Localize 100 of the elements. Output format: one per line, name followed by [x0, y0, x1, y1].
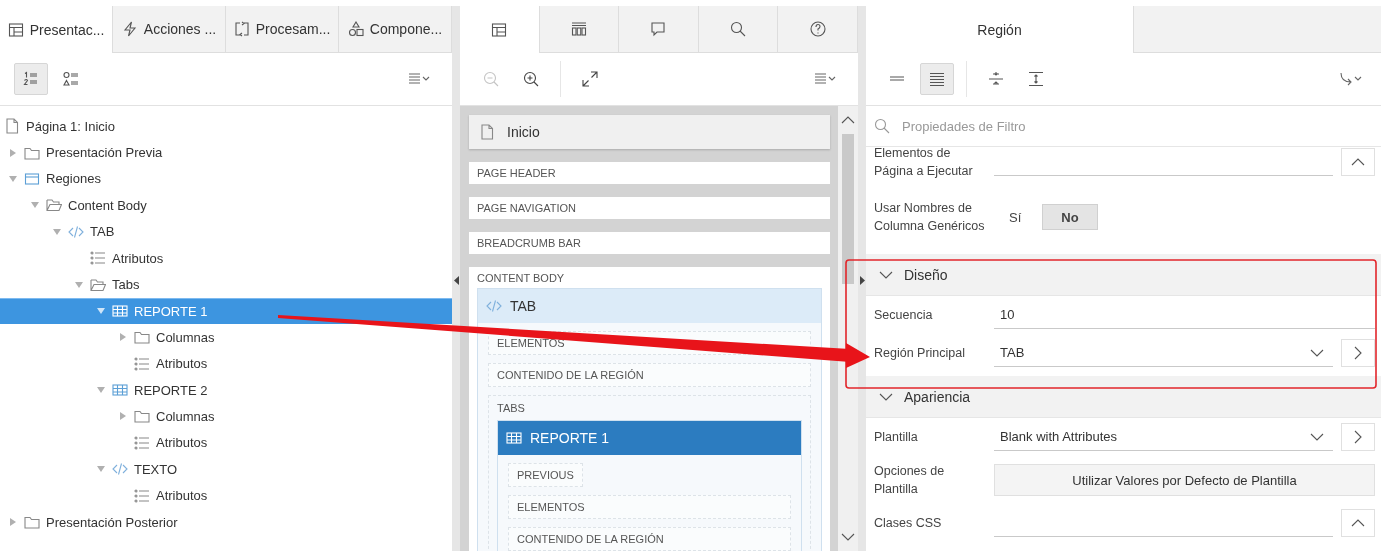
expand-button[interactable] — [1341, 148, 1375, 176]
slot-box: ELEMENTOS — [508, 495, 791, 519]
lightning-icon — [121, 21, 138, 37]
speech-bubble-icon — [650, 21, 667, 37]
hook-arrow-icon — [1338, 71, 1362, 87]
scroll-thumb[interactable] — [842, 134, 854, 284]
property-label: Secuencia — [874, 307, 934, 324]
expanded-triangle-icon[interactable] — [52, 227, 62, 236]
expand-all-icon — [1028, 71, 1044, 87]
region-icon — [24, 170, 40, 187]
tree-node[interactable]: Content Body — [0, 192, 452, 219]
code-icon — [68, 223, 84, 240]
columns-icon — [570, 21, 587, 37]
position-box[interactable]: PAGE NAVIGATION — [469, 197, 830, 219]
expand-button[interactable] — [1341, 509, 1375, 537]
tree-node[interactable]: Presentación Previa — [0, 139, 452, 166]
search-icon — [874, 118, 890, 134]
tree-node[interactable]: Tabs — [0, 271, 452, 298]
tree-node[interactable]: Atributos — [0, 244, 452, 272]
collapsed-triangle-icon[interactable] — [118, 412, 128, 421]
expand-icon — [582, 71, 598, 87]
tree-node[interactable]: Página 1: Inicio — [0, 113, 452, 140]
full-rows-icon — [929, 71, 945, 87]
section-header[interactable]: Apariencia — [866, 376, 1381, 418]
list-icon — [134, 434, 150, 451]
expanded-triangle-icon[interactable] — [30, 201, 40, 210]
toggle-option[interactable]: Sí — [994, 204, 1037, 230]
tab[interactable]: Región — [866, 6, 1134, 53]
property-label: Plantilla — [874, 429, 919, 446]
toggle-option[interactable]: No — [1042, 204, 1098, 230]
tree-node[interactable]: TAB — [0, 218, 452, 245]
display-button[interactable] — [920, 63, 954, 95]
tree-node[interactable]: Columnas — [0, 403, 452, 430]
tree-node[interactable]: Presentación Posterior — [0, 508, 452, 536]
folder-icon — [134, 329, 150, 346]
select-field[interactable]: Blank with Attributes — [994, 423, 1333, 451]
view-button[interactable] — [14, 63, 48, 95]
layout-icon — [7, 21, 24, 38]
layout-icon — [491, 21, 508, 38]
property-label: Elementos de Página a Ejecutar — [874, 147, 974, 180]
collapsed-triangle-icon[interactable] — [8, 148, 18, 157]
section-header[interactable]: Diseño — [866, 254, 1381, 296]
folder-icon — [134, 408, 150, 425]
process-icon — [233, 21, 250, 37]
grid-icon — [112, 303, 128, 320]
collapse-all-icon — [988, 71, 1004, 87]
select-field[interactable]: TAB — [994, 339, 1333, 367]
list-icon — [134, 487, 150, 504]
go-to-button[interactable] — [1341, 423, 1375, 451]
menu-icon — [814, 71, 837, 87]
position-box[interactable]: PAGE HEADER — [469, 162, 830, 184]
tree-node[interactable]: Atributos — [0, 350, 452, 377]
property-label: Clases CSS — [874, 515, 943, 532]
open-folder-icon — [46, 197, 62, 214]
page-icon — [479, 124, 495, 140]
numbered-list-icon — [23, 71, 39, 87]
list-icon — [134, 355, 150, 372]
position-box[interactable]: BREADCRUMB BAR — [469, 232, 830, 254]
defaults-button[interactable]: Utilizar Valores por Defecto de Plantilla — [994, 464, 1375, 496]
slot-box: PREVIOUS — [508, 463, 583, 487]
folder-icon — [24, 514, 40, 531]
tree-node[interactable]: Regiones — [0, 165, 452, 193]
region-header[interactable]: TAB — [478, 289, 821, 323]
grid-icon — [506, 430, 522, 446]
tab[interactable]: Presentac... — [0, 6, 113, 53]
zoom-out-icon — [483, 71, 499, 87]
collapsed-triangle-icon[interactable] — [118, 333, 128, 342]
collapsed-triangle-icon[interactable] — [8, 518, 18, 527]
expanded-triangle-icon[interactable] — [96, 386, 106, 395]
tree-node[interactable]: Atributos — [0, 482, 452, 509]
tree-node[interactable]: REPORTE 2 — [0, 376, 452, 404]
region-header[interactable]: REPORTE 1 — [498, 421, 801, 455]
list-icon — [90, 250, 106, 267]
grid-icon — [112, 382, 128, 399]
code-icon — [486, 298, 502, 314]
expanded-triangle-icon[interactable] — [8, 174, 18, 183]
help-icon — [809, 21, 826, 37]
body-label: CONTENT BODY — [477, 272, 566, 284]
page-icon — [4, 118, 20, 135]
property-label: Usar Nombres de Columna Genéricos — [874, 200, 986, 235]
open-folder-icon — [90, 276, 106, 293]
tree-node[interactable]: Columnas — [0, 324, 452, 351]
tree-node[interactable]: Atributos — [0, 429, 452, 457]
scrollbar[interactable] — [838, 106, 858, 551]
go-to-button[interactable] — [1341, 339, 1375, 367]
input-field[interactable]: 10 — [994, 301, 1375, 329]
expanded-triangle-icon[interactable] — [96, 307, 106, 316]
page-box[interactable]: Inicio — [469, 115, 830, 149]
slot-box: CONTENIDO DE LA REGIÓN — [488, 363, 811, 387]
shapes-icon — [347, 21, 364, 37]
slot-box: CONTENIDO DE LA REGIÓN — [508, 527, 791, 551]
grouped-list-icon — [63, 71, 79, 87]
tree-node[interactable]: TEXTO — [0, 456, 452, 483]
property-label: Opciones de Plantilla — [874, 463, 946, 498]
property-label: Región Principal — [874, 345, 967, 362]
sub-region-label: TABS — [497, 402, 526, 414]
search-icon — [730, 21, 747, 37]
menu-icon — [408, 71, 431, 87]
expanded-triangle-icon[interactable] — [96, 465, 106, 474]
expanded-triangle-icon[interactable] — [74, 280, 84, 289]
